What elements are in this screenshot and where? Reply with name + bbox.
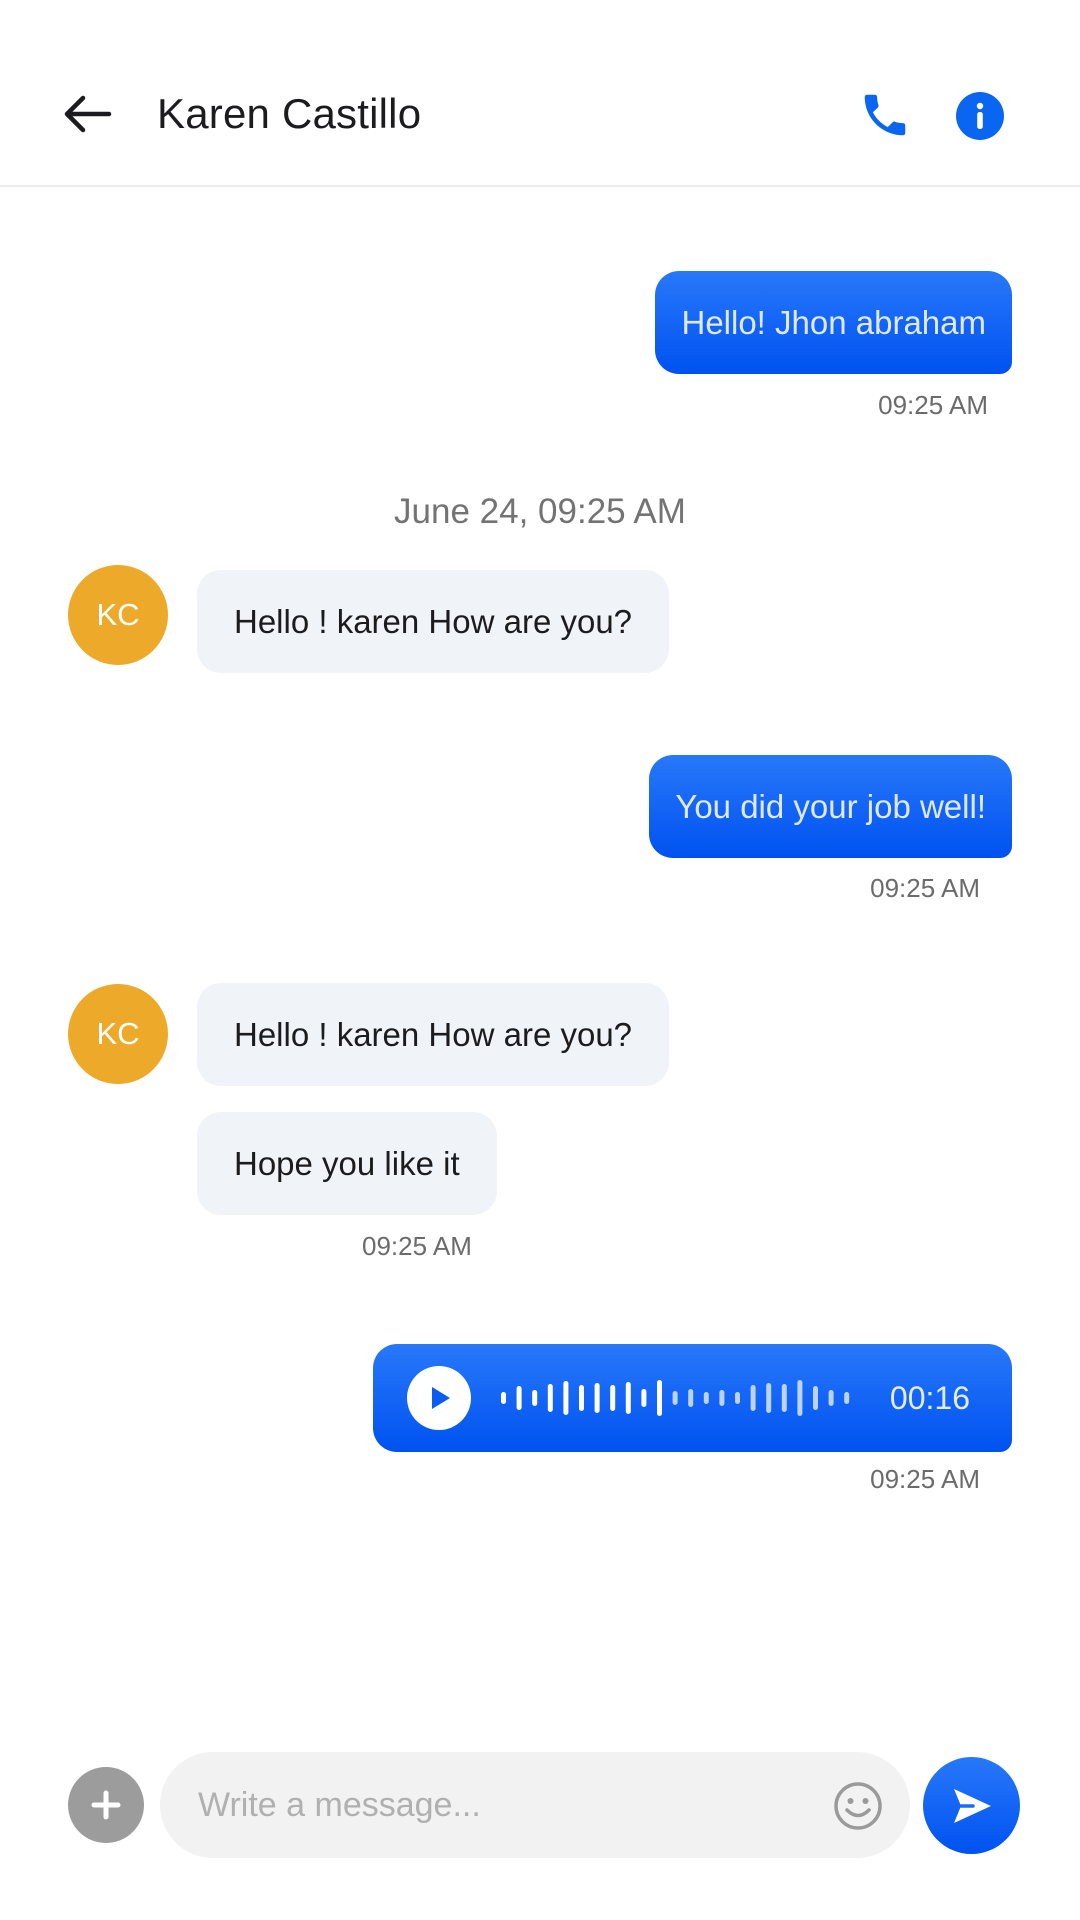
waveform-bar [501, 1392, 506, 1404]
waveform-bar [641, 1389, 647, 1407]
waveform-bar [579, 1385, 584, 1411]
date-separator: June 24, 09:25 AM [394, 492, 686, 531]
contact-name: Karen Castillo [157, 90, 422, 137]
message-time: 09:25 AM [870, 1464, 980, 1494]
message-input[interactable] [198, 1752, 778, 1858]
waveform-bar [766, 1383, 772, 1413]
voice-duration: 00:16 [889, 1379, 970, 1416]
back-button[interactable] [62, 88, 114, 140]
voice-message[interactable]: 00:16 [373, 1344, 1012, 1452]
chat-header: Karen Castillo [0, 0, 1080, 187]
waveform-bar [532, 1390, 538, 1406]
info-button[interactable] [956, 92, 1004, 140]
message-bubble-outgoing[interactable]: You did your job well! [649, 755, 1012, 858]
info-icon [976, 102, 984, 129]
arrow-left-icon [64, 95, 112, 133]
call-button[interactable] [858, 88, 912, 142]
waveform-bar [594, 1383, 600, 1413]
waveform [501, 1380, 850, 1416]
play-icon [432, 1387, 450, 1409]
plus-icon [91, 1790, 121, 1820]
waveform-bar [516, 1386, 522, 1410]
send-icon [953, 1788, 991, 1823]
waveform-bar [547, 1384, 553, 1412]
waveform-bar [750, 1385, 756, 1411]
message-bubble-outgoing[interactable]: Hello! Jhon abraham [655, 271, 1012, 374]
waveform-bar [828, 1390, 834, 1406]
message-time: 09:25 AM [870, 873, 980, 903]
avatar[interactable]: KC [68, 565, 168, 665]
message-bubble-incoming[interactable]: Hello ! karen How are you? [197, 570, 670, 673]
emoji-button[interactable] [832, 1780, 884, 1832]
message-bubble-incoming[interactable]: Hope you like it [197, 1112, 497, 1215]
phone-icon [864, 94, 906, 136]
waveform-bar [735, 1392, 740, 1404]
message-field [160, 1752, 910, 1858]
waveform-bar [703, 1392, 709, 1404]
play-button[interactable] [407, 1366, 471, 1430]
waveform-bar [781, 1384, 787, 1412]
waveform-bar [813, 1386, 818, 1410]
waveform-bar [797, 1380, 803, 1416]
waveform-bar [657, 1380, 662, 1416]
add-attachment-button[interactable] [68, 1767, 144, 1843]
send-button[interactable] [923, 1757, 1020, 1854]
waveform-bar [563, 1381, 569, 1415]
waveform-bar [844, 1392, 850, 1404]
message-time: 09:25 AM [362, 1231, 472, 1261]
waveform-bar [688, 1389, 694, 1407]
message-bubble-incoming[interactable]: Hello ! karen How are you? [197, 983, 670, 1086]
waveform-bar [672, 1391, 678, 1405]
smiley-icon [834, 1782, 882, 1830]
waveform-bar [625, 1382, 631, 1414]
avatar[interactable]: KC [68, 984, 168, 1084]
waveform-bar [719, 1390, 725, 1406]
message-time: 09:25 AM [878, 390, 988, 420]
waveform-bar [610, 1385, 616, 1411]
